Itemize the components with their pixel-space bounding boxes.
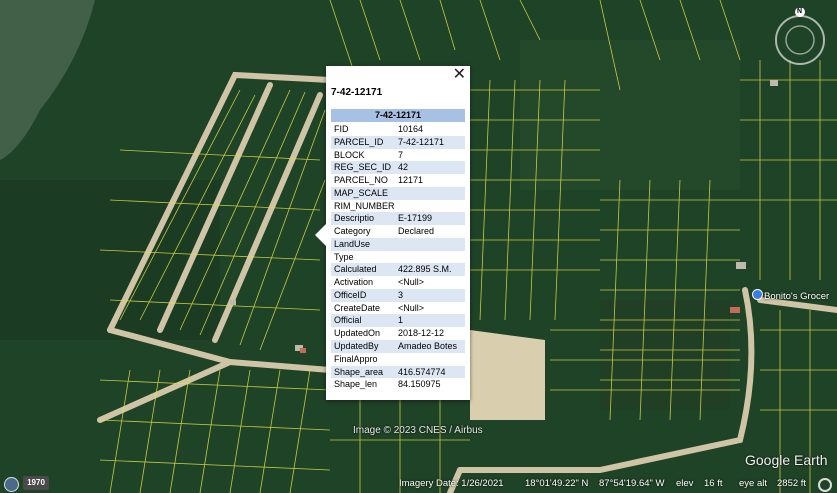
- attribute-key: Category: [334, 226, 371, 237]
- attribute-key: Activation: [334, 277, 374, 288]
- attribute-key: FinalAppro: [334, 353, 378, 364]
- attribute-row: CreateDate <Null>: [331, 302, 465, 315]
- compass-icon: [775, 7, 825, 65]
- close-icon[interactable]: ✕: [453, 67, 466, 83]
- attribute-value: Declared: [398, 226, 435, 237]
- attribute-value: 1: [398, 315, 404, 326]
- eye-alt-label: eye alt: [739, 478, 767, 489]
- history-year-badge[interactable]: 1970: [23, 476, 49, 490]
- attribute-row: OfficeID 3: [331, 288, 465, 302]
- attribute-key: Shape_len: [334, 379, 378, 390]
- attribute-key: Calculated: [334, 264, 377, 275]
- attribute-key: UpdatedOn: [334, 328, 381, 339]
- feature-info-popup: ✕ 7-42-12171 7-42-12171 FID 10164 PARCEL_I…: [315, 66, 470, 400]
- attribute-value: 2018-12-12: [398, 328, 445, 339]
- attribute-key: BLOCK: [334, 149, 365, 160]
- attribute-row: Calculated 422.895 S.M.: [331, 263, 465, 277]
- attribute-table-header: 7-42-12171: [331, 109, 465, 122]
- popup-pointer: [315, 224, 326, 246]
- attribute-row: Descriptio E-17199: [331, 212, 465, 226]
- attribute-row: Shape_area 416.574774: [331, 365, 465, 379]
- attribute-value: 42: [398, 162, 409, 173]
- attribute-key: PARCEL_ID: [334, 136, 384, 147]
- attribute-key: PARCEL_NO: [334, 175, 388, 186]
- attribute-value: 84.150975: [398, 379, 441, 390]
- attribute-row: Type: [331, 251, 465, 264]
- attribute-key: Descriptio: [334, 213, 375, 224]
- attribute-key: UpdatedBy: [334, 341, 379, 352]
- attribute-key: OfficeID: [334, 289, 367, 300]
- longitude-readout: 87°54'19.64" W: [599, 478, 665, 489]
- attribute-value: Amadeo Botes: [398, 341, 458, 352]
- attribute-row: REG_SEC_ID 42: [331, 161, 465, 175]
- attribute-table: FID 10164 PARCEL_ID 7-42-12171 BLOCK 7 REG_SEC…: [331, 123, 465, 391]
- attribute-key: Shape_area: [334, 366, 384, 377]
- attribute-row: Category Declared: [331, 225, 465, 238]
- imagery-date: Imagery Date: 1/26/2021: [399, 478, 504, 489]
- navigation-compass[interactable]: N: [770, 7, 830, 68]
- historical-imagery-button[interactable]: [4, 477, 19, 492]
- attribute-row: Activation <Null>: [331, 276, 465, 289]
- attribute-value: [398, 200, 465, 213]
- attribute-key: Type: [334, 251, 354, 262]
- attribute-key: LandUse: [334, 238, 371, 249]
- elevation-label: elev: [676, 478, 694, 489]
- place-label[interactable]: Bonito's Grocer: [764, 291, 829, 302]
- compass-north-label: N: [797, 8, 803, 15]
- attribute-key: Official: [334, 315, 362, 326]
- attribute-row: FID 10164: [331, 123, 465, 136]
- attribute-value: E-17199: [398, 213, 433, 224]
- popup-title: 7-42-12171: [331, 87, 383, 98]
- attribute-value: 416.574774: [398, 366, 446, 377]
- attribute-row: PARCEL_ID 7-42-12171: [331, 135, 465, 149]
- attribute-value: 7-42-12171: [398, 136, 445, 147]
- attribute-value: 3: [398, 289, 404, 300]
- attribute-value: 10164: [398, 124, 424, 134]
- attribute-row: LandUse: [331, 237, 465, 251]
- attribute-row: Official 1: [331, 314, 465, 328]
- attribute-row: BLOCK 7: [331, 149, 465, 162]
- attribute-row: PARCEL_NO 12171: [331, 174, 465, 187]
- eye-alt-value: 2852 ft: [777, 478, 807, 489]
- attribute-row: UpdatedOn 2018-12-12: [331, 327, 465, 340]
- attribute-row: RIM_NUMBER: [331, 200, 465, 213]
- attribute-key: FID: [334, 124, 349, 134]
- attribute-value: [398, 238, 465, 251]
- attribute-value: 422.895 S.M.: [398, 264, 452, 275]
- attribute-value: [398, 187, 465, 200]
- streaming-indicator-icon: [818, 478, 832, 492]
- attribute-value: [398, 353, 465, 366]
- attribute-value: [398, 251, 465, 264]
- attribute-key: RIM_NUMBER: [334, 200, 395, 211]
- place-marker-icon[interactable]: [752, 289, 763, 300]
- attribute-row: FinalAppro: [331, 353, 465, 366]
- attribute-key: CreateDate: [334, 302, 381, 313]
- imagery-attribution: Image © 2023 CNES / Airbus: [353, 425, 483, 436]
- attribute-key: REG_SEC_ID: [334, 162, 392, 173]
- attribute-value: 7: [398, 149, 404, 160]
- attribute-row: Shape_len 84.150975: [331, 378, 465, 391]
- attribute-key: MAP_SCALE: [334, 187, 389, 198]
- google-earth-logo: Google Earth: [745, 452, 828, 468]
- elevation-value: 16 ft: [704, 478, 723, 489]
- attribute-row: MAP_SCALE: [331, 186, 465, 200]
- attribute-value: <Null>: [398, 277, 425, 288]
- attribute-value: <Null>: [398, 302, 425, 313]
- attribute-row: UpdatedBy Amadeo Botes: [331, 340, 465, 353]
- attribute-value: 12171: [398, 175, 424, 186]
- latitude-readout: 18°01'49.22" N: [525, 478, 589, 489]
